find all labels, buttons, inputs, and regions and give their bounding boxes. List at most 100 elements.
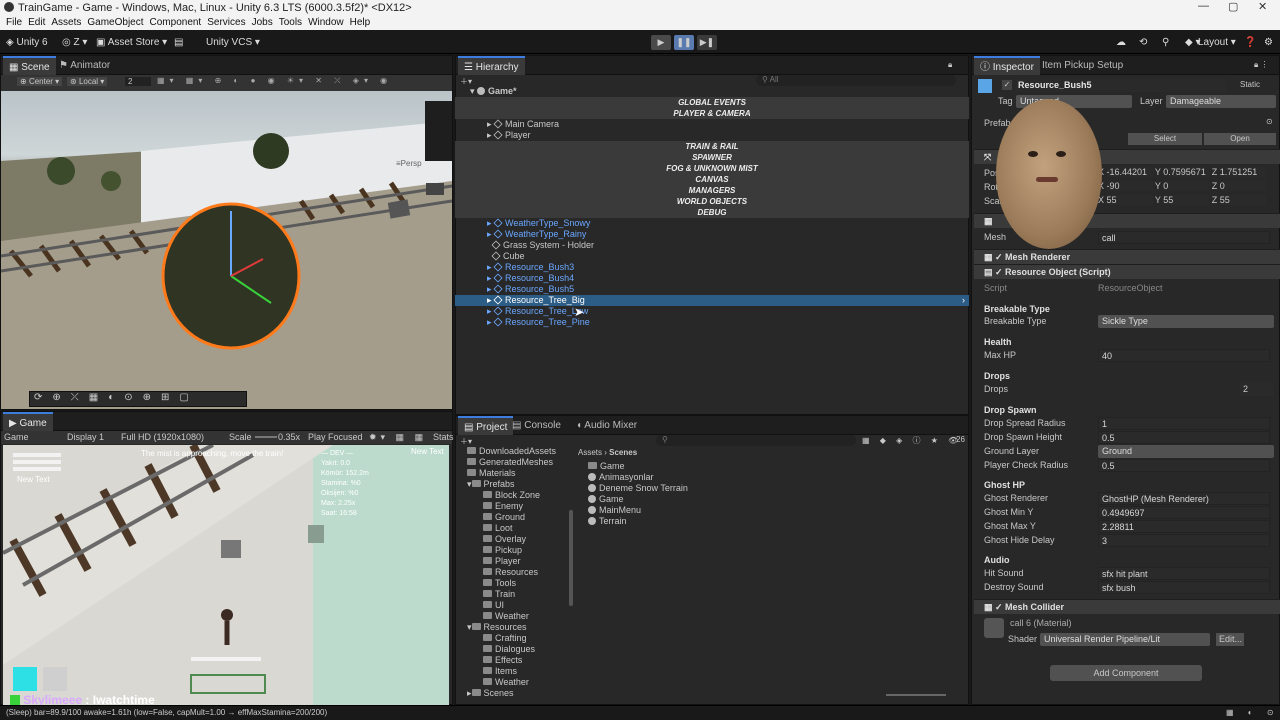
menu-window[interactable]: Window <box>308 16 344 30</box>
hierarchy-item[interactable]: MANAGERS <box>455 185 969 196</box>
drop-spread-field[interactable]: 1 <box>1098 417 1270 430</box>
project-filter-icons[interactable]: ▦ ◆ ◈ ⓘ ★ 👁︎ <box>862 435 962 446</box>
hierarchy-item[interactable]: FOG & UNKNOWN MIST <box>455 163 969 174</box>
play-button[interactable]: ▶ <box>651 35 671 50</box>
max-hp-field[interactable]: 40 <box>1098 349 1270 362</box>
rotation-x[interactable]: -90 <box>1106 181 1153 191</box>
object-name-field[interactable]: Resource_Bush5 <box>1016 79 1226 92</box>
ghost-renderer-field[interactable]: GhostHP (Mesh Renderer) <box>1098 492 1270 505</box>
menu-assets[interactable]: Assets <box>51 16 81 30</box>
tab-hierarchy[interactable]: ☰ Hierarchy <box>458 56 525 75</box>
tab-console[interactable]: ▤ Console <box>506 416 567 435</box>
folder-item[interactable]: Ground <box>483 512 525 523</box>
folder-item[interactable]: ▸ Scenes <box>467 688 514 699</box>
hierarchy-item[interactable]: ▸ Player <box>455 130 969 141</box>
folder-item[interactable]: Items <box>483 666 517 677</box>
drops-count-field[interactable]: 2 <box>1240 383 1274 396</box>
lock-icon[interactable]: 🔒︎ ⋮ <box>1254 60 1268 70</box>
destroy-sound-field[interactable]: sfx bush <box>1098 581 1270 594</box>
folder-item[interactable]: UI <box>483 600 504 611</box>
folder-item[interactable]: Enemy <box>483 501 523 512</box>
user-button[interactable]: ◎ Z ▾ <box>62 35 87 50</box>
save-icon[interactable]: ▤ <box>174 35 183 50</box>
folder-item[interactable]: DownloadedAssets <box>467 446 556 457</box>
tab-scene[interactable]: ▦ Scene <box>3 56 56 75</box>
folder-item[interactable]: Weather <box>483 677 529 688</box>
asset-item[interactable]: Game <box>588 494 624 505</box>
vcs-button[interactable]: Unity VCS ▾ <box>206 35 260 50</box>
asset-item[interactable]: Terrain <box>588 516 627 527</box>
folder-item[interactable]: Weather <box>483 611 529 622</box>
hierarchy-item[interactable]: WORLD OBJECTS <box>455 196 969 207</box>
menu-tools[interactable]: Tools <box>279 16 302 30</box>
asset-item[interactable]: Game <box>588 461 625 472</box>
tab-game[interactable]: ▶ Game <box>3 412 53 431</box>
hierarchy-search-input[interactable]: ⚲ All <box>756 75 956 86</box>
breakable-dropdown[interactable]: Sickle Type <box>1098 315 1274 328</box>
scene-viewport[interactable]: ≡Persp ⟳⊕⤫▦◐⊙⊕⊞▢ <box>1 91 452 409</box>
menu-help[interactable]: Help <box>350 16 371 30</box>
breadcrumb-scenes[interactable]: Scenes <box>609 448 637 457</box>
hierarchy-item[interactable]: ▸ WeatherType_Snowy <box>455 218 969 229</box>
status-text[interactable]: (Sleep) bar=89.9/100 awake=1.61h (low=Fa… <box>6 708 327 717</box>
hit-sound-field[interactable]: sfx hit plant <box>1098 567 1270 580</box>
tab-animator[interactable]: ⚑ Animator <box>53 56 116 75</box>
hierarchy-item[interactable]: CANVAS <box>455 174 969 185</box>
folder-item[interactable]: Block Zone <box>483 490 540 501</box>
scene-tool-overlay[interactable]: ⟳⊕⤫▦◐⊙⊕⊞▢ <box>29 391 247 407</box>
hierarchy-item[interactable]: ▸ Resource_Bush3 <box>455 262 969 273</box>
ground-layer-dropdown[interactable]: Ground <box>1098 445 1274 458</box>
rotation-y[interactable]: 0 <box>1163 181 1210 191</box>
resolution-dropdown[interactable]: Full HD (1920x1080) <box>121 432 204 442</box>
game-tools-icons[interactable]: ✹▾ ▦ ▦ <box>369 432 427 443</box>
drop-height-field[interactable]: 0.5 <box>1098 431 1270 444</box>
folder-item[interactable]: ▾ Resources <box>467 622 527 633</box>
hierarchy-item-selected[interactable]: ▸ Resource_Tree_Big › <box>455 295 969 306</box>
project-zoom-slider[interactable] <box>886 694 946 696</box>
rotation-z[interactable]: 0 <box>1219 181 1266 191</box>
resource-object-header[interactable]: ▤ ✓ Resource Object (Script) <box>974 264 1280 279</box>
hierarchy-item[interactable]: ▸ Resource_Tree_Pine <box>455 317 969 328</box>
hierarchy-item[interactable]: ▸ WeatherType_Rainy <box>455 229 969 240</box>
step-button[interactable]: ▶❚ <box>697 35 717 50</box>
hierarchy-item[interactable]: DEBUG <box>455 207 969 218</box>
player-check-field[interactable]: 0.5 <box>1098 459 1270 472</box>
chevron-right-icon[interactable]: › <box>962 295 965 306</box>
asset-item[interactable]: MainMenu <box>588 505 641 516</box>
ghost-min-field[interactable]: 0.4949697 <box>1098 506 1270 519</box>
asset-store-button[interactable]: ▣ Asset Store ▾ <box>96 35 167 50</box>
asset-item[interactable]: Deneme Snow Terrain <box>588 483 688 494</box>
folder-item[interactable]: Crafting <box>483 633 527 644</box>
menu-gameobject[interactable]: GameObject <box>87 16 143 30</box>
project-search-input[interactable]: ⚲ <box>656 435 856 446</box>
material-name[interactable]: call 6 (Material) <box>1010 617 1072 630</box>
hierarchy-item[interactable]: Cube <box>455 251 969 262</box>
scale-z[interactable]: 55 <box>1219 195 1266 205</box>
hierarchy-item[interactable]: ▸ Main Camera <box>455 119 969 130</box>
hierarchy-item[interactable]: ▸ Resource_Bush4 <box>455 273 969 284</box>
menu-edit[interactable]: Edit <box>28 16 45 30</box>
hierarchy-item[interactable]: SPAWNER <box>455 152 969 163</box>
position-z[interactable]: 1.751251 <box>1219 167 1266 177</box>
open-button[interactable]: Open <box>1204 133 1276 145</box>
display-dropdown[interactable]: Display 1 <box>67 432 104 442</box>
prefab-options-icon[interactable]: ⊙ <box>1266 117 1273 126</box>
mesh-field[interactable]: call <box>1098 231 1270 244</box>
status-icons[interactable]: ▦ ◐ ⊙ <box>1226 708 1280 717</box>
hierarchy-item[interactable]: GLOBAL EVENTS <box>455 97 969 108</box>
hierarchy-item[interactable]: Grass System - Holder <box>455 240 969 251</box>
tab-item-pickup-setup[interactable]: Item Pickup Setup <box>1036 56 1129 75</box>
lock-icon[interactable]: 🔒︎ <box>948 60 952 70</box>
ghost-hide-field[interactable]: 3 <box>1098 534 1270 547</box>
tab-audio-mixer[interactable]: ◖ Audio Mixer <box>570 416 643 435</box>
hierarchy-item[interactable]: TRAIN & RAIL <box>455 141 969 152</box>
hierarchy-item[interactable]: ▸ Resource_Tree_Low <box>455 306 969 317</box>
folder-item[interactable]: Pickup <box>483 545 522 556</box>
scale-y[interactable]: 55 <box>1163 195 1210 205</box>
folder-item[interactable]: Materials <box>467 468 516 479</box>
scale-slider[interactable] <box>255 436 277 438</box>
space-dropdown[interactable]: ⊛ Local ▾ <box>67 77 108 86</box>
help-icon[interactable]: ❓ <box>1244 35 1256 50</box>
asset-item[interactable]: Animasyonlar <box>588 472 654 483</box>
position-y[interactable]: 0.7595671 <box>1163 167 1210 177</box>
